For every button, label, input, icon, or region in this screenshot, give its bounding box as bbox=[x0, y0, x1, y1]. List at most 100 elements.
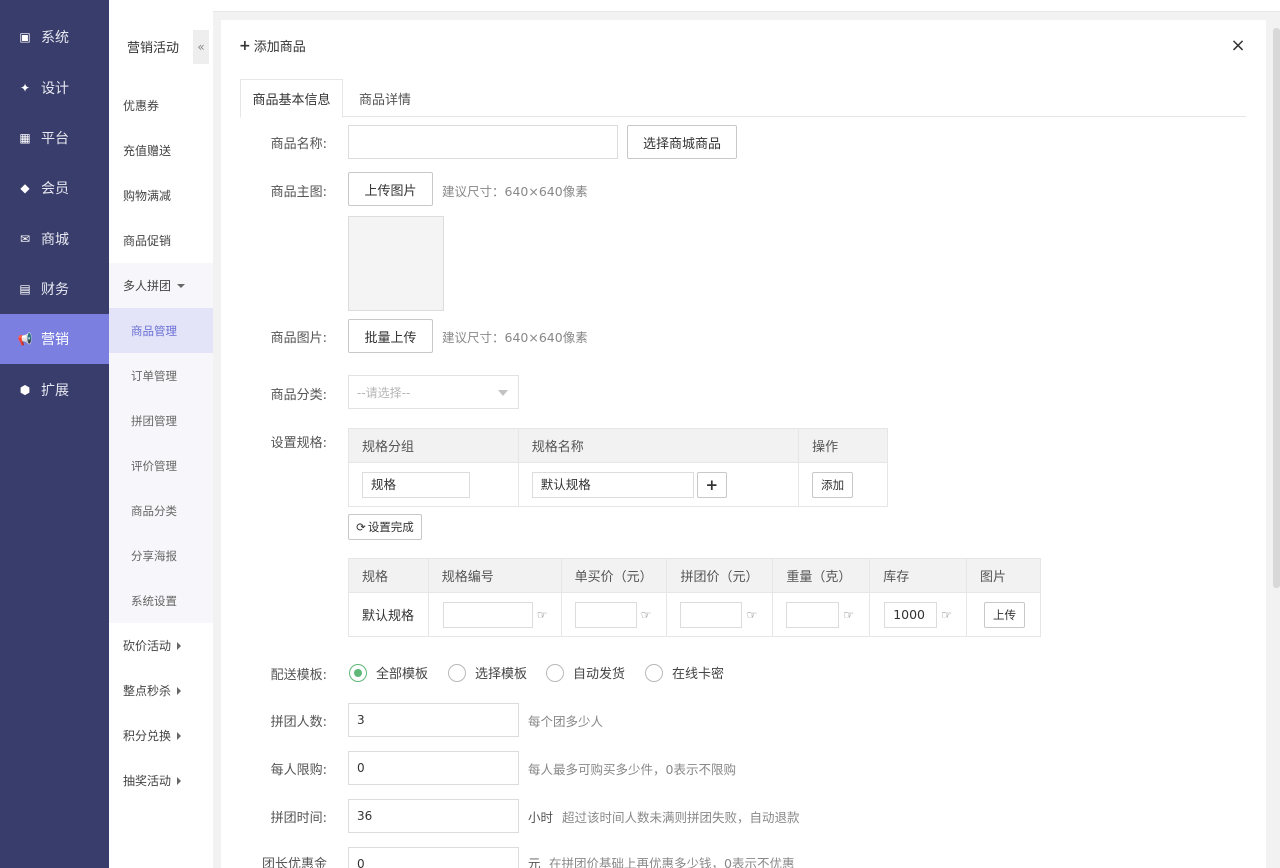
nav-item-marketing[interactable]: 📢 营销 bbox=[0, 314, 109, 364]
add-spec-button[interactable]: 添加 bbox=[812, 471, 854, 498]
leader-input[interactable]: 0 bbox=[348, 847, 519, 868]
radio-label: 选择模板 bbox=[475, 667, 528, 682]
spec-header-action: 操作 bbox=[798, 428, 888, 463]
sku-group-price-input[interactable] bbox=[680, 601, 743, 628]
time-hint: 超过该时间人数未满则拼团失败，自动退款 bbox=[562, 810, 800, 825]
subnav-item-bargain[interactable]: 砍价活动 bbox=[109, 623, 213, 668]
add-spec-value-icon[interactable]: + bbox=[696, 471, 727, 498]
collapse-icon[interactable]: « bbox=[193, 30, 209, 64]
subnav-item-seckill[interactable]: 整点秒杀 bbox=[109, 668, 213, 713]
spec-table-header: 规格分组 规格名称 操作 bbox=[348, 428, 888, 463]
nav-item-mall[interactable]: ✉ 商城 bbox=[0, 214, 109, 264]
subnav-item-reviews[interactable]: 评价管理 bbox=[109, 443, 213, 488]
limit-input[interactable]: 0 bbox=[348, 751, 519, 785]
nav-item-extend[interactable]: ⬢ 扩展 bbox=[0, 365, 109, 415]
time-unit: 小时 bbox=[528, 810, 554, 825]
sku-weight-cell: ☞ bbox=[772, 592, 871, 637]
main-image-preview[interactable] bbox=[348, 216, 444, 311]
subnav-group-pintuan[interactable]: 多人拼团 bbox=[109, 263, 213, 308]
time-input[interactable]: 36 bbox=[348, 799, 519, 833]
radio-icon bbox=[546, 663, 564, 682]
sku-header-stock: 库存 bbox=[869, 558, 968, 593]
fill-down-icon[interactable]: ☞ bbox=[746, 608, 757, 622]
fill-down-icon[interactable]: ☞ bbox=[537, 608, 548, 622]
subnav-item-points[interactable]: 积分兑换 bbox=[109, 713, 213, 758]
close-icon[interactable]: × bbox=[1230, 36, 1246, 56]
caret-down-icon bbox=[177, 283, 186, 288]
upload-image-button[interactable]: 上传图片 bbox=[348, 172, 433, 206]
images-label: 商品图片: bbox=[270, 331, 327, 346]
subnav-item-orders[interactable]: 订单管理 bbox=[109, 353, 213, 398]
limit-hint: 每人最多可购买多少件，0表示不限购 bbox=[528, 762, 736, 777]
name-label: 商品名称: bbox=[270, 137, 327, 152]
batch-upload-button[interactable]: 批量上传 bbox=[348, 319, 433, 353]
subnav-item-promotion[interactable]: 商品促销 bbox=[109, 218, 213, 263]
subnav-label: 砍价活动 bbox=[123, 639, 172, 653]
platform-icon: ▦ bbox=[19, 131, 31, 145]
spec-done-label: 设置完成 bbox=[367, 520, 414, 534]
nav-item-label: 平台 bbox=[41, 131, 69, 147]
tab-basic-info[interactable]: 商品基本信息 bbox=[240, 79, 343, 118]
group-size-label: 拼团人数: bbox=[270, 715, 327, 730]
nav-item-label: 营销 bbox=[41, 332, 69, 348]
spec-action-cell: 添加 bbox=[798, 462, 888, 507]
nav-item-platform[interactable]: ▦ 平台 bbox=[0, 113, 109, 163]
shipping-radio-card[interactable]: 在线卡密 bbox=[645, 663, 724, 682]
sku-header-group-price: 拼团价（元） bbox=[666, 558, 774, 593]
sku-stock-input[interactable]: 1000 bbox=[884, 601, 938, 628]
spec-group-input[interactable]: 规格 bbox=[362, 471, 470, 498]
shipping-radio-all[interactable]: 全部模板 bbox=[349, 663, 428, 682]
tab-details[interactable]: 商品详情 bbox=[350, 79, 420, 117]
sku-weight-input[interactable] bbox=[786, 601, 840, 628]
radio-label: 全部模板 bbox=[376, 667, 429, 682]
caret-right-icon bbox=[177, 641, 182, 650]
subnav-item-lottery[interactable]: 抽奖活动 bbox=[109, 758, 213, 803]
top-strip bbox=[213, 0, 1280, 12]
shipping-radio-select[interactable]: 选择模板 bbox=[448, 663, 527, 682]
group-size-hint: 每个团多少人 bbox=[528, 714, 604, 729]
shipping-radio-auto[interactable]: 自动发货 bbox=[546, 663, 625, 682]
sku-table-row: 默认规格 ☞ ☞ ☞ ☞ 1000 ☞ 上传 bbox=[348, 592, 1041, 637]
sku-image-cell: 上传 bbox=[966, 592, 1041, 637]
leader-label: 团长优惠金 bbox=[261, 857, 327, 868]
sku-code-input[interactable] bbox=[442, 601, 533, 628]
radio-icon bbox=[645, 663, 663, 682]
caret-right-icon bbox=[177, 686, 182, 695]
nav-item-label: 商城 bbox=[41, 232, 69, 248]
scrollbar[interactable] bbox=[1273, 28, 1280, 588]
sku-table: 规格 规格编号 单买价（元） 拼团价（元） 重量（克） 库存 图片 默认规格 ☞… bbox=[348, 558, 1041, 637]
nav-item-system[interactable]: ▣ 系统 bbox=[0, 12, 109, 62]
subnav-item-fullcut[interactable]: 购物满减 bbox=[109, 173, 213, 218]
sku-single-price-input[interactable] bbox=[574, 601, 637, 628]
subnav-item-category[interactable]: 商品分类 bbox=[109, 488, 213, 533]
extend-icon: ⬢ bbox=[19, 383, 31, 397]
subnav-item-settings[interactable]: 系统设置 bbox=[109, 578, 213, 623]
subnav-item-groups[interactable]: 拼团管理 bbox=[109, 398, 213, 443]
name-input[interactable] bbox=[348, 125, 618, 159]
nav-item-finance[interactable]: ▤ 财务 bbox=[0, 264, 109, 314]
nav-item-label: 财务 bbox=[41, 282, 69, 298]
sku-header-code: 规格编号 bbox=[427, 558, 562, 593]
subnav-item-goods[interactable]: 商品管理 bbox=[109, 308, 213, 353]
group-size-input[interactable]: 3 bbox=[348, 703, 519, 737]
nav-item-label: 扩展 bbox=[41, 383, 69, 399]
spec-label: 设置规格: bbox=[270, 436, 327, 451]
sku-table-header: 规格 规格编号 单买价（元） 拼团价（元） 重量（克） 库存 图片 bbox=[348, 558, 1041, 593]
category-select[interactable]: --请选择-- bbox=[348, 375, 519, 409]
fill-down-icon[interactable]: ☞ bbox=[941, 608, 952, 622]
plus-icon: + bbox=[239, 37, 251, 54]
subnav-group-label: 多人拼团 bbox=[123, 279, 172, 293]
sku-upload-button[interactable]: 上传 bbox=[984, 601, 1026, 628]
subnav-item-poster[interactable]: 分享海报 bbox=[109, 533, 213, 578]
fill-down-icon[interactable]: ☞ bbox=[843, 608, 854, 622]
nav-item-label: 系统 bbox=[41, 30, 69, 46]
nav-item-design[interactable]: ✦ 设计 bbox=[0, 63, 109, 113]
subnav-item-coupon[interactable]: 优惠券 bbox=[109, 83, 213, 128]
fill-down-icon[interactable]: ☞ bbox=[641, 608, 652, 622]
choose-mall-goods-button[interactable]: 选择商城商品 bbox=[627, 125, 737, 159]
spec-name-input[interactable]: 默认规格 bbox=[531, 471, 694, 498]
subnav-item-recharge[interactable]: 充值赠送 bbox=[109, 128, 213, 173]
spec-done-button[interactable]: ⟳ 设置完成 bbox=[348, 514, 422, 540]
nav-item-member[interactable]: ◆ 会员 bbox=[0, 163, 109, 213]
shipping-label: 配送模板: bbox=[270, 668, 327, 683]
